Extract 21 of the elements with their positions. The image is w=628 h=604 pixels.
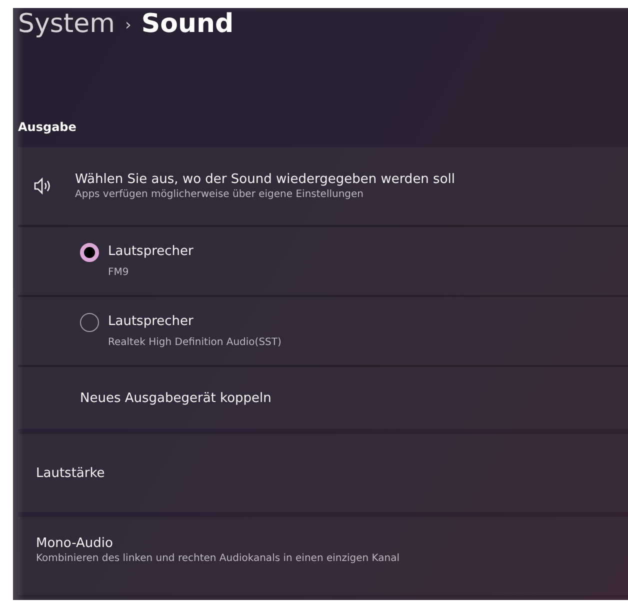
- device-detail: FM9: [108, 266, 130, 280]
- breadcrumb-link[interactable]: System: [18, 9, 115, 39]
- settings-card[interactable]: Mono-Audio Kombinieren des linken und rechten Audiokanals in einen einzigen Kanal: [18, 517, 628, 595]
- setting-title: Wählen Sie aus, wo der Sound wiedergegeben werden soll: [75, 170, 456, 188]
- setting-title: Mono-Audio: [36, 534, 114, 552]
- breadcrumb-separator: ›: [124, 14, 132, 34]
- settings-card[interactable]: Lautstärke: [18, 434, 628, 512]
- device-detail: Realtek High Definition Audio(SST): [108, 336, 282, 350]
- device-option[interactable]: Lautsprecher FM9: [18, 227, 628, 297]
- device-name: Lautsprecher: [108, 313, 194, 330]
- radio-button[interactable]: [80, 243, 99, 262]
- device-name: Lautsprecher: [108, 243, 194, 260]
- setting-title: Lautstärke: [36, 464, 106, 482]
- device-option[interactable]: Lautsprecher Realtek High Definition Audio(SST): [18, 297, 628, 367]
- setting-description: Kombinieren des linken und rechten Audiokanals in einen einzigen Kanal: [36, 552, 401, 566]
- pair-device-link[interactable]: Neues Ausgabegerät koppeln: [80, 390, 272, 406]
- page-title: Sound: [141, 9, 234, 39]
- radio-button[interactable]: [80, 313, 99, 332]
- setting-description: Apps verfügen möglicherweise über eigene Einstellungen: [75, 188, 365, 202]
- speaker-icon: [33, 177, 53, 195]
- section-heading: Ausgabe: [18, 119, 78, 136]
